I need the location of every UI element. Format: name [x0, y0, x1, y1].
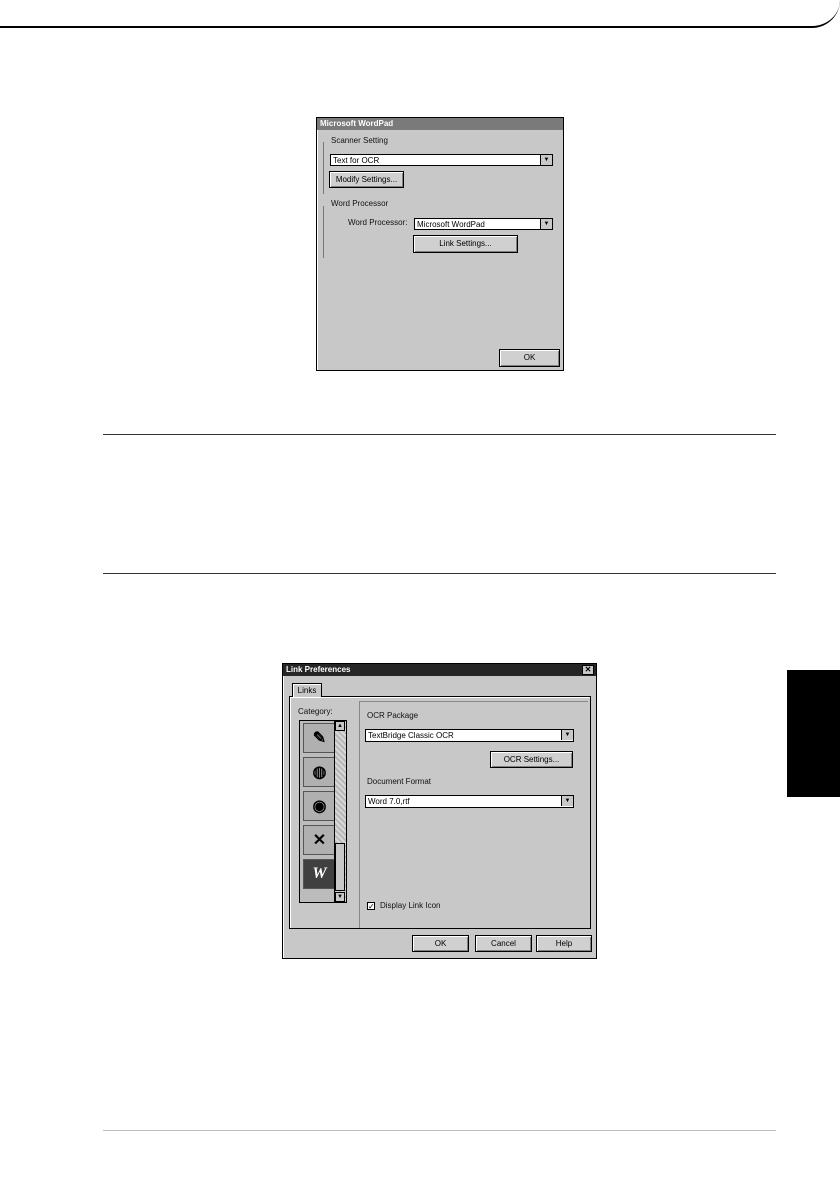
scroll-thumb[interactable] — [335, 843, 345, 891]
help-button[interactable]: Help — [536, 935, 592, 952]
wordpad-dialog-title: Microsoft WordPad — [320, 119, 394, 128]
chevron-down-icon[interactable]: ▼ — [561, 730, 573, 740]
scanner-setting-value: Text for OCR — [333, 156, 380, 165]
ocr-package-label: OCR Package — [367, 711, 419, 720]
category-label: Category: — [298, 707, 333, 716]
section-divider-top — [103, 434, 776, 435]
link-settings-button[interactable]: Link Settings... — [413, 235, 518, 253]
scanner-group-frame — [323, 142, 324, 194]
document-format-label: Document Format — [367, 777, 432, 786]
ok-button[interactable]: OK — [412, 935, 469, 952]
scroll-up-icon[interactable]: ▲ — [335, 721, 345, 731]
display-link-icon-checkbox[interactable]: ✓ — [367, 902, 375, 911]
document-format-select[interactable]: Word 7.0,rtf ▼ — [365, 795, 574, 808]
link-dialog-titlebar: Link Preferences ✕ — [283, 664, 596, 676]
scanner-setting-select[interactable]: Text for OCR ▼ — [330, 154, 553, 166]
ocr-settings-button[interactable]: OCR Settings... — [490, 751, 573, 768]
word-processor-select[interactable]: Microsoft WordPad ▼ — [414, 218, 553, 230]
wordpad-dialog-titlebar: Microsoft WordPad — [317, 118, 563, 130]
display-link-icon-label: Display Link Icon — [380, 901, 441, 910]
paint-brush-icon[interactable]: ✎ — [303, 723, 336, 753]
scroll-down-icon[interactable]: ▼ — [335, 892, 345, 902]
chevron-down-icon[interactable]: ▼ — [540, 155, 552, 165]
link-dialog-title: Link Preferences — [286, 665, 351, 674]
tab-links[interactable]: Links — [292, 683, 322, 697]
word-processor-value: Microsoft WordPad — [417, 220, 485, 229]
chevron-down-icon[interactable]: ▼ — [540, 219, 552, 229]
word-processor-group-frame — [323, 206, 324, 258]
eye-icon[interactable]: ◉ — [303, 791, 336, 821]
link-preferences-dialog: Link Preferences ✕ Links Category: ✎ ◍ ◉… — [282, 663, 597, 959]
document-format-value: Word 7.0,rtf — [368, 797, 410, 806]
wordpad-settings-dialog: Microsoft WordPad Scanner Setting Text f… — [316, 117, 564, 371]
page-top-rule — [0, 0, 840, 28]
page-footer-rule — [103, 1130, 776, 1131]
word-w-icon[interactable]: W — [303, 859, 336, 889]
word-processor-label: Word Processor: — [348, 218, 408, 227]
chapter-side-tab — [787, 670, 840, 797]
modify-settings-button[interactable]: Modify Settings... — [329, 171, 404, 188]
ocr-package-value: TextBridge Classic OCR — [368, 731, 454, 740]
chevron-down-icon[interactable]: ▼ — [561, 796, 573, 806]
category-list[interactable]: ✎ ◍ ◉ ✕ W ▲ ▼ — [299, 720, 347, 903]
x-document-icon[interactable]: ✕ — [303, 825, 336, 855]
cancel-button[interactable]: Cancel — [475, 935, 532, 952]
palette-icon[interactable]: ◍ — [303, 757, 336, 787]
close-icon[interactable]: ✕ — [582, 665, 594, 675]
section-divider-bottom — [103, 573, 776, 574]
category-scrollbar[interactable]: ▲ ▼ — [334, 721, 346, 902]
word-processor-group-label: Word Processor — [331, 199, 389, 208]
ok-button[interactable]: OK — [499, 349, 560, 367]
scanner-setting-label: Scanner Setting — [331, 136, 388, 145]
ocr-package-select[interactable]: TextBridge Classic OCR ▼ — [365, 729, 574, 742]
